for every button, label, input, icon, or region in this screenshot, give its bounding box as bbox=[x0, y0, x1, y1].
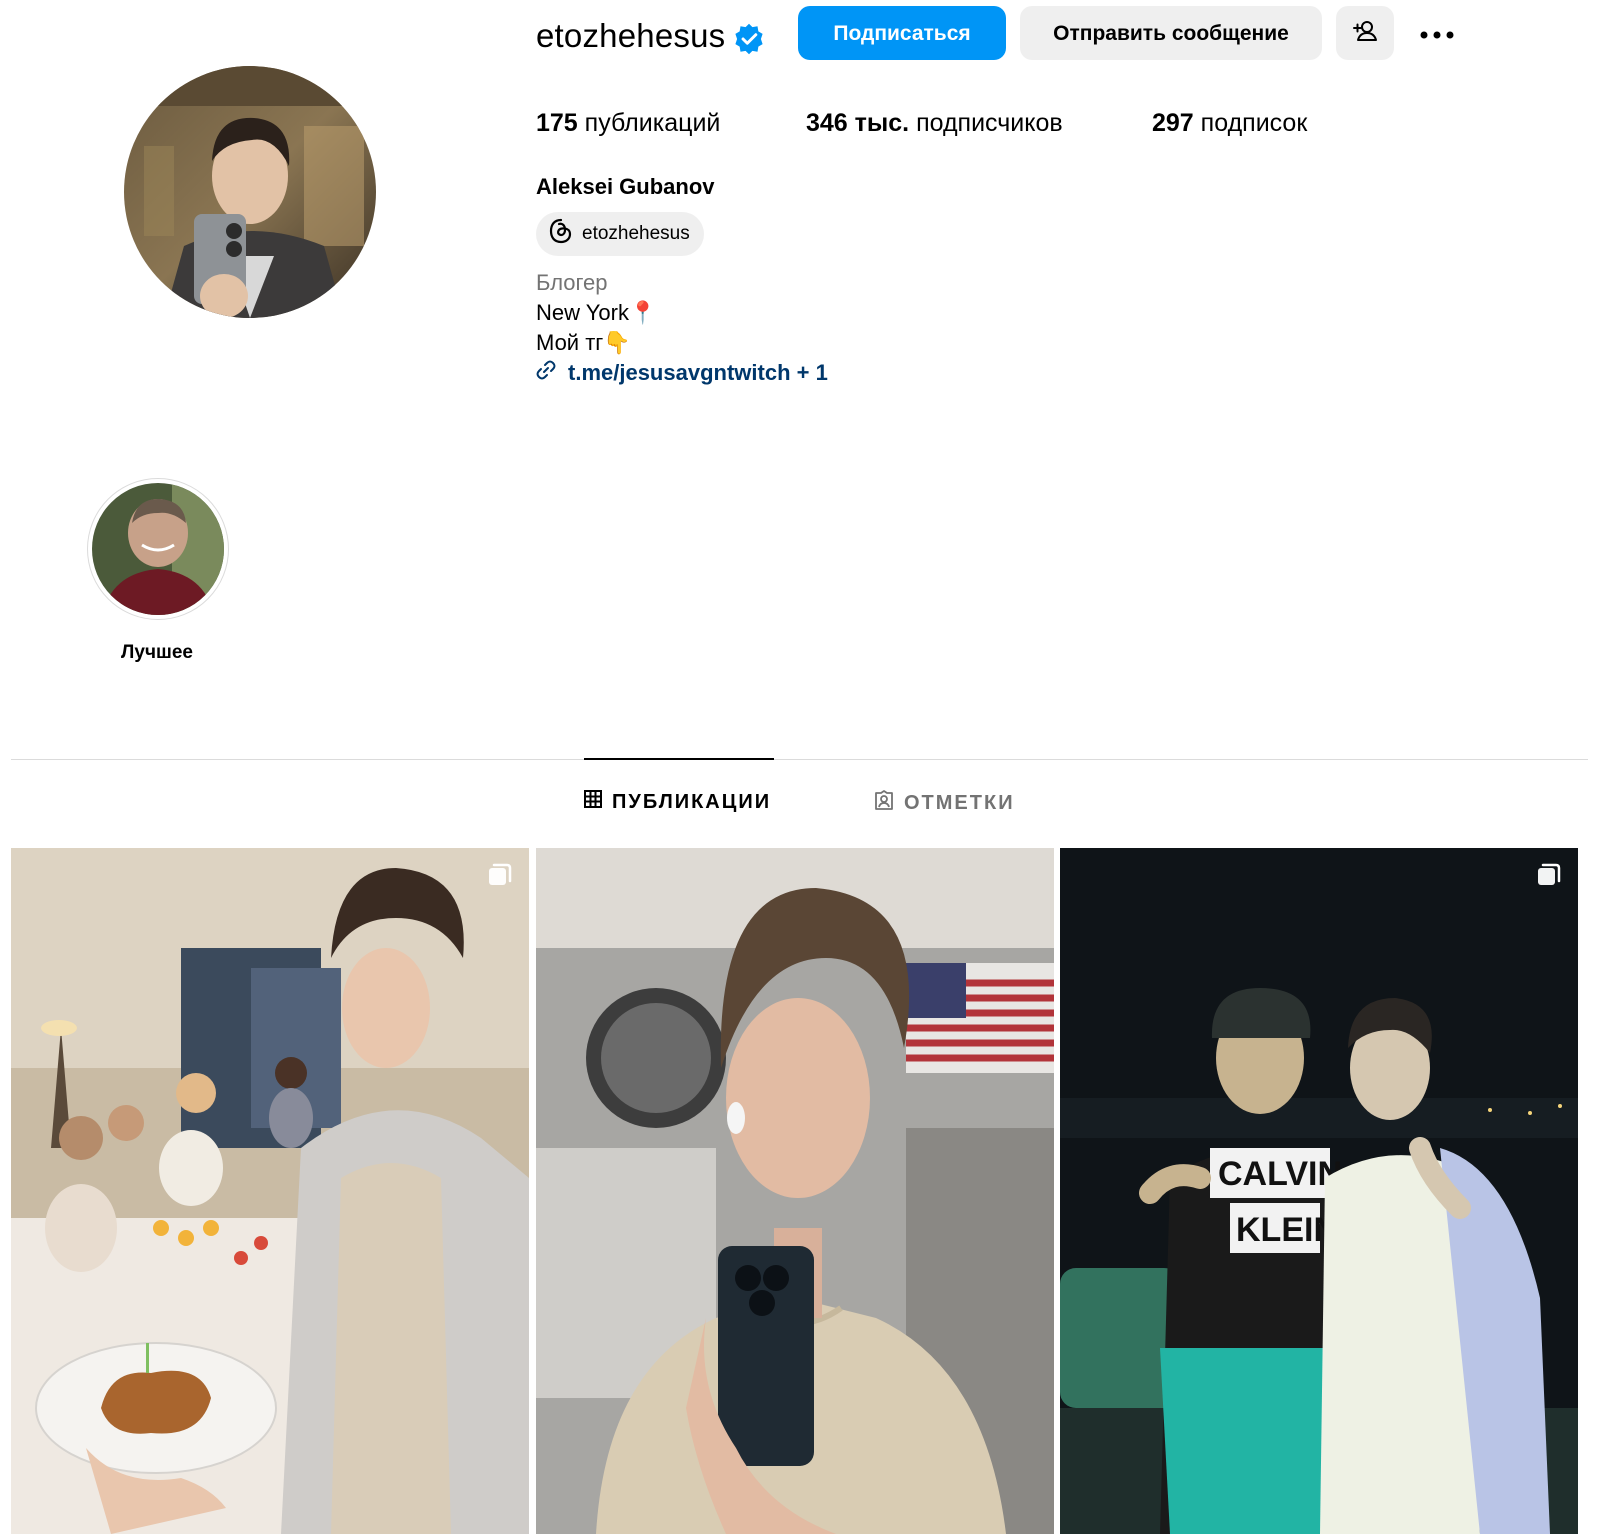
multiple-photos-icon bbox=[487, 862, 513, 888]
highlight-label[interactable]: Лучшее bbox=[80, 640, 234, 666]
verified-badge-icon bbox=[732, 22, 766, 56]
multiple-photos-icon bbox=[1536, 862, 1562, 888]
stat-posts: 175 публикаций bbox=[536, 106, 720, 140]
tagged-icon bbox=[874, 790, 894, 816]
stat-following[interactable]: 297 подписок bbox=[1152, 106, 1307, 140]
tab-posts-label: ПУБЛИКАЦИИ bbox=[612, 791, 772, 813]
highlight-cover[interactable] bbox=[92, 483, 224, 615]
followers-label: подписчиков bbox=[916, 109, 1063, 137]
profile-category: Блогер bbox=[536, 270, 608, 295]
tab-tagged[interactable]: ОТМЕТКИ bbox=[874, 790, 1015, 816]
threads-handle: etozhehesus bbox=[582, 223, 690, 244]
post-thumbnail[interactable] bbox=[536, 848, 1054, 1534]
profile-avatar[interactable] bbox=[124, 66, 376, 318]
profile-username: etozhehesus bbox=[536, 17, 726, 54]
threads-badge[interactable]: etozhehesus bbox=[536, 212, 704, 256]
profile-full-name: Aleksei Gubanov bbox=[536, 174, 715, 199]
more-options-button[interactable] bbox=[1408, 6, 1466, 60]
active-tab-indicator bbox=[584, 758, 774, 760]
tab-tagged-label: ОТМЕТКИ bbox=[904, 792, 1015, 814]
svg-text:KLEIN: KLEIN bbox=[1236, 1211, 1338, 1249]
more-icon bbox=[1419, 23, 1455, 44]
pin-emoji-icon: 📍 bbox=[628, 300, 657, 325]
bio-telegram-text: Мой тг bbox=[536, 330, 604, 355]
message-button[interactable]: Отправить сообщение bbox=[1020, 6, 1322, 60]
posts-label: публикаций bbox=[584, 109, 721, 137]
stat-followers[interactable]: 346 тыс. подписчиков bbox=[806, 106, 1063, 140]
add-user-button[interactable] bbox=[1336, 6, 1394, 60]
post-thumbnail[interactable]: CALVIN KLEIN bbox=[1060, 848, 1578, 1534]
tabs-divider bbox=[11, 759, 1588, 760]
profile-link-text: t.me/jesusavgntwitch + 1 bbox=[568, 360, 828, 385]
followers-count: 346 тыс. bbox=[806, 109, 910, 137]
bio-line-location: New York 📍 bbox=[536, 298, 656, 328]
link-icon bbox=[536, 358, 556, 388]
add-user-icon bbox=[1352, 18, 1378, 48]
bio-line-telegram: Мой тг 👇 bbox=[536, 328, 631, 358]
follow-button[interactable]: Подписаться bbox=[798, 6, 1006, 60]
svg-text:CALVIN: CALVIN bbox=[1218, 1155, 1342, 1193]
following-count: 297 bbox=[1152, 109, 1194, 137]
profile-link[interactable]: t.me/jesusavgntwitch + 1 bbox=[536, 358, 828, 388]
posts-count: 175 bbox=[536, 109, 578, 137]
threads-icon bbox=[548, 218, 574, 250]
tab-posts[interactable]: ПУБЛИКАЦИИ bbox=[584, 790, 771, 814]
post-thumbnail[interactable] bbox=[11, 848, 529, 1534]
bio-location-text: New York bbox=[536, 300, 629, 325]
grid-icon bbox=[584, 790, 602, 814]
pointing-down-emoji-icon: 👇 bbox=[603, 330, 631, 355]
following-label: подписок bbox=[1200, 109, 1308, 137]
